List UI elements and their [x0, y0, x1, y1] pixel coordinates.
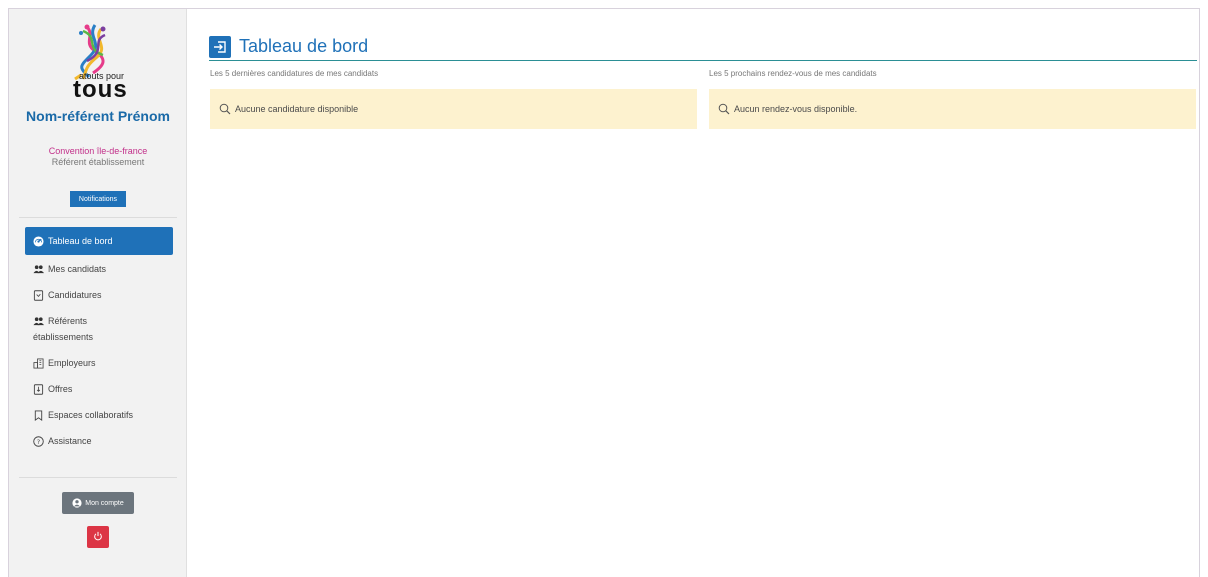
- recent-applications-empty: Aucune candidature disponible: [210, 89, 697, 129]
- sidebar-item-assistance[interactable]: ? Assistance: [25, 429, 173, 455]
- notifications-button[interactable]: Notifications: [70, 191, 126, 207]
- sidebar-nav: Tableau de bord Mes candidats Candidatur…: [25, 227, 173, 455]
- recent-applications-panel: Les 5 dernières candidatures de mes cand…: [210, 69, 697, 129]
- logout-button[interactable]: [87, 526, 109, 548]
- sidebar-item-label-line1: Référents: [48, 316, 88, 326]
- sidebar-item-label: Employeurs: [48, 358, 96, 368]
- sidebar-item-label: Espaces collaboratifs: [48, 410, 134, 420]
- sidebar-item-label: Tableau de bord: [48, 236, 113, 246]
- recent-applications-empty-text: Aucune candidature disponible: [235, 104, 359, 114]
- svg-text:?: ?: [37, 438, 40, 446]
- upcoming-appointments-heading: Les 5 prochains rendez-vous de mes candi…: [709, 69, 877, 78]
- users-icon: [33, 316, 44, 327]
- brand-logo[interactable]: atouts pour tous: [55, 21, 145, 103]
- upcoming-appointments-empty-text: Aucun rendez-vous disponible.: [734, 104, 858, 114]
- dashboard-icon: [33, 236, 44, 247]
- document-icon: [33, 290, 44, 301]
- sidebar-item-offres[interactable]: Offres: [25, 377, 173, 403]
- user-convention[interactable]: Convention île-de-france: [9, 146, 187, 156]
- sign-in-icon: [209, 35, 231, 58]
- user-role: Référent établissement: [51, 157, 145, 167]
- power-icon: [93, 528, 103, 546]
- user-name: Nom-référent Prénom: [26, 108, 170, 124]
- building-icon: [33, 358, 44, 369]
- brand-big-text: tous: [73, 76, 128, 103]
- search-icon: [219, 103, 231, 115]
- sidebar-divider-top: [19, 217, 177, 218]
- sidebar-item-employeurs[interactable]: Employeurs: [25, 351, 173, 377]
- bookmark-icon: [33, 410, 44, 421]
- sidebar-item-label: Assistance: [48, 436, 92, 446]
- users-icon: [33, 264, 44, 275]
- sidebar-item-mes-candidats[interactable]: Mes candidats: [25, 257, 173, 283]
- document-icon: [33, 384, 44, 395]
- sidebar-item-label: Candidatures: [48, 290, 102, 300]
- main-content: Tableau de bord Les 5 dernières candidat…: [209, 9, 1199, 577]
- search-icon: [718, 103, 730, 115]
- sidebar-item-candidatures[interactable]: Candidatures: [25, 283, 173, 309]
- my-account-label: Mon compte: [85, 499, 124, 507]
- upcoming-appointments-empty: Aucun rendez-vous disponible.: [709, 89, 1196, 129]
- app-frame: atouts pour tous Nom-référent Prénom Con…: [8, 8, 1200, 577]
- page-header: Tableau de bord: [209, 33, 1197, 61]
- sidebar-divider-bottom: [19, 477, 177, 478]
- my-account-button[interactable]: Mon compte: [62, 492, 134, 514]
- sidebar-item-label: Offres: [48, 384, 73, 394]
- sidebar-item-label: Mes candidats: [48, 264, 107, 274]
- sidebar-item-referents-etablissements[interactable]: Référents établissements: [25, 309, 173, 351]
- page-title: Tableau de bord: [239, 36, 369, 56]
- sidebar-item-label-line2: établissements: [33, 332, 94, 342]
- help-icon: ?: [33, 436, 44, 447]
- sidebar-item-tableau-de-bord[interactable]: Tableau de bord: [25, 227, 173, 255]
- upcoming-appointments-panel: Les 5 prochains rendez-vous de mes candi…: [709, 69, 1196, 129]
- sidebar-item-espaces-collaboratifs[interactable]: Espaces collaboratifs: [25, 403, 173, 429]
- recent-applications-heading: Les 5 dernières candidatures de mes cand…: [210, 69, 379, 78]
- sidebar: atouts pour tous Nom-référent Prénom Con…: [9, 9, 187, 577]
- user-circle-icon: [72, 498, 82, 508]
- sidebar-item-label: Référents établissements: [33, 313, 93, 345]
